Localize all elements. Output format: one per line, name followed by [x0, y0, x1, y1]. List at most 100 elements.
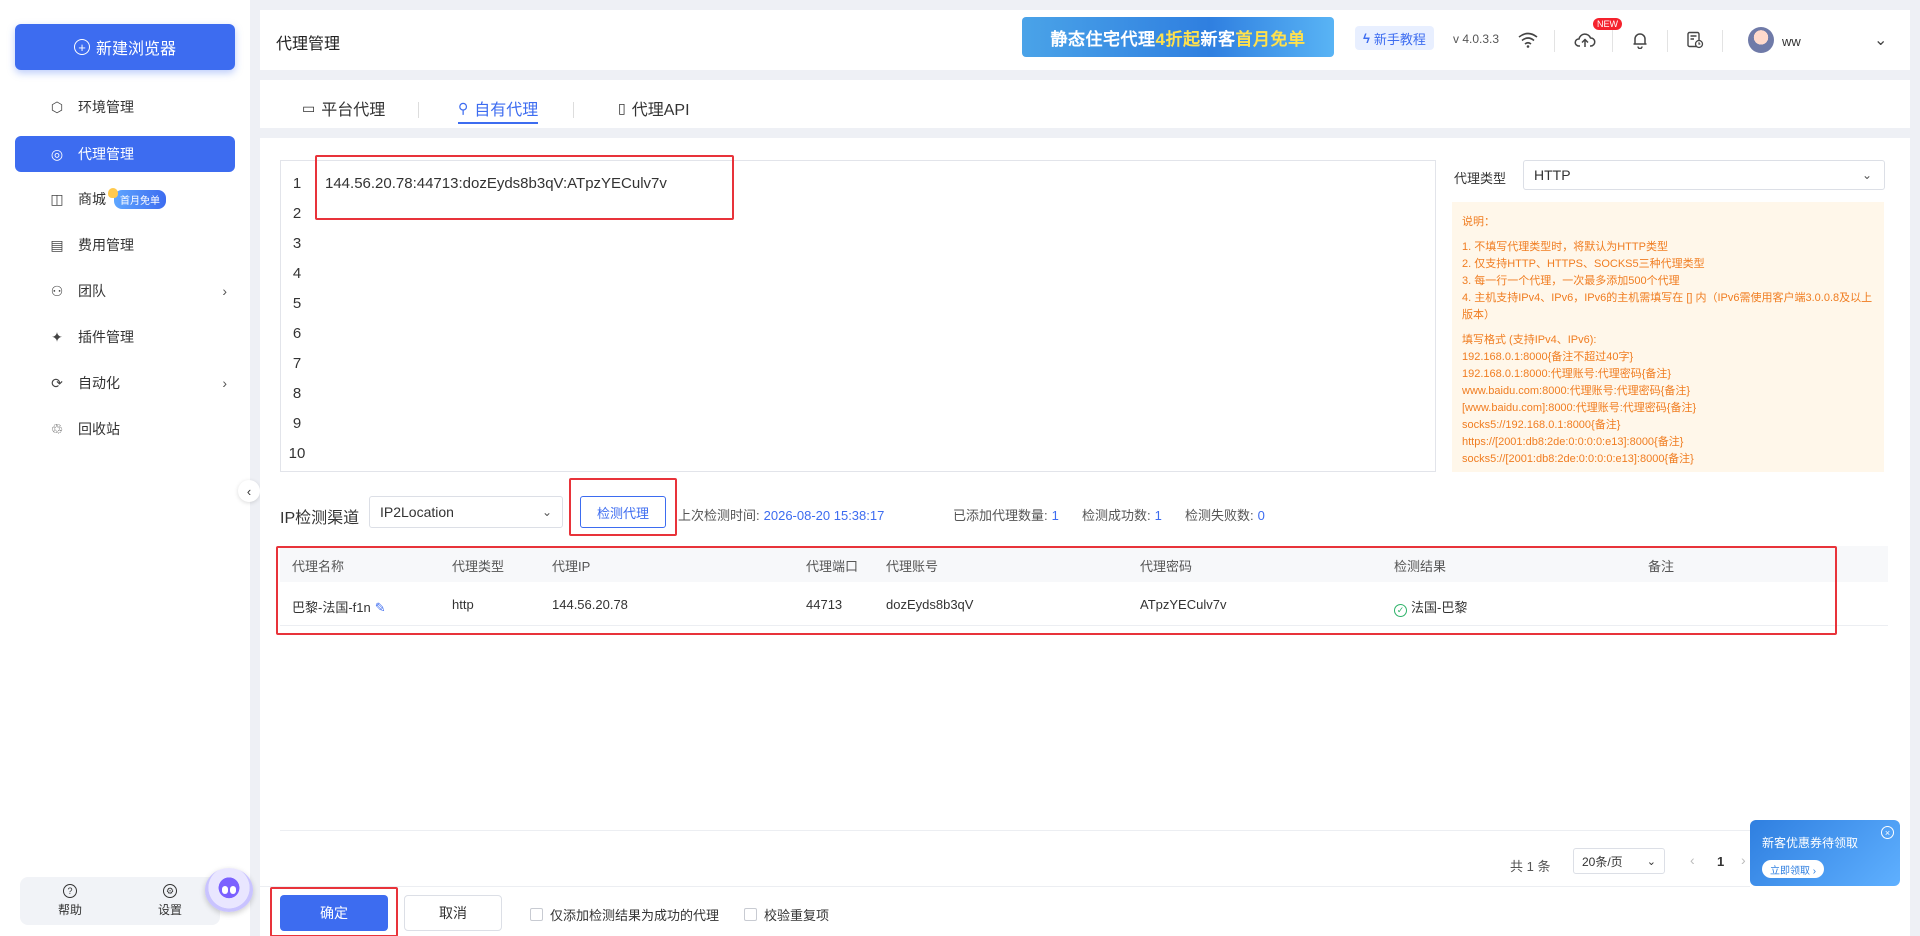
notes-rule: 1. 不填写代理类型时，将默认为HTTP类型	[1462, 241, 1668, 253]
tab-label: 代理API	[631, 102, 690, 119]
top-header: 代理管理 静态住宅代理 4折起 新客 首月免单 ϟ 新手教程 v 4.0.3.3 N…	[260, 10, 1910, 70]
notes-rule: 3. 每一行一个代理，一次最多添加500个代理	[1462, 275, 1680, 287]
prev-page-button[interactable]: ‹	[1690, 852, 1695, 868]
sidebar-item-label: 环境管理	[78, 99, 134, 115]
sidebar-item-proxy[interactable]: ◎ 代理管理	[15, 136, 235, 172]
column-header: 检测结果	[1394, 559, 1447, 574]
cancel-button[interactable]: 取消	[404, 895, 502, 931]
proxy-name: 巴黎-法国-f1n	[292, 600, 371, 615]
claim-coupon-button[interactable]: 立即领取 ›	[1762, 860, 1825, 878]
tab-divider	[573, 102, 574, 118]
line-number: 6	[292, 325, 302, 342]
proxy-type-value: HTTP	[1534, 167, 1571, 183]
cube-icon: ⬡	[50, 98, 64, 115]
tab-proxy-api[interactable]: ▯ 代理API	[618, 94, 690, 122]
next-page-button[interactable]: ›	[1741, 852, 1746, 868]
check-result-text: 法国-巴黎	[1411, 600, 1468, 615]
close-icon[interactable]: ×	[1881, 826, 1894, 839]
check-proxy-button[interactable]: 检测代理	[580, 496, 666, 528]
sidebar-item-environment[interactable]: ⬡ 环境管理	[15, 89, 235, 125]
line-number: 4	[292, 265, 302, 282]
sidebar-item-recycle[interactable]: ♲ 回收站	[15, 411, 235, 447]
new-browser-button[interactable]: + 新建浏览器	[15, 24, 235, 70]
sidebar-item-shop[interactable]: ◫ 商城 首月免单	[15, 181, 235, 217]
ip-channel-select[interactable]: IP2Location ⌄	[369, 496, 563, 528]
new-browser-label: 新建浏览器	[95, 41, 176, 58]
line-number: 10	[288, 445, 306, 462]
avatar[interactable]	[1748, 27, 1774, 53]
sidebar-collapse-button[interactable]: ‹	[238, 480, 260, 502]
tutorial-button[interactable]: ϟ 新手教程	[1355, 26, 1434, 50]
column-header: 代理端口	[806, 559, 859, 574]
globe-icon: ◎	[50, 145, 64, 162]
page-number-current[interactable]: 1	[1717, 854, 1724, 869]
lightning-icon: ϟ	[1363, 30, 1370, 46]
tab-label: 平台代理	[321, 102, 386, 119]
check-result-cell: ✓ 法国-巴黎	[1394, 597, 1467, 617]
notes-rule: 2. 仅支持HTTP、HTTPS、SOCKS5三种代理类型	[1462, 258, 1705, 270]
sidebar-item-plugins[interactable]: ✦ 插件管理	[15, 319, 235, 355]
line-number: 1	[292, 175, 302, 192]
last-check-value: 2026-08-20 15:38:17	[763, 508, 885, 523]
tab-platform-proxy[interactable]: ▭ 平台代理	[302, 94, 385, 122]
page-size-select[interactable]: 20条/页 ⌄	[1573, 848, 1665, 874]
document-clock-icon[interactable]	[1683, 28, 1707, 52]
wifi-icon[interactable]	[1516, 28, 1540, 52]
format-example: [www.baidu.com]:8000:代理账号:代理密码{备注}	[1462, 402, 1697, 414]
page-size-value: 20条/页	[1582, 854, 1623, 869]
sidebar-item-automation[interactable]: ⟳ 自动化 ›	[15, 365, 235, 401]
sidebar-item-label: 自动化	[78, 375, 120, 391]
added-count-label: 已添加代理数量:	[953, 508, 1048, 523]
dedupe-checkbox[interactable]: 校验重复项	[744, 905, 829, 924]
assistant-robot-icon[interactable]	[205, 868, 253, 912]
checkbox-box[interactable]	[744, 908, 757, 921]
tab-own-proxy[interactable]: ⚲ 自有代理	[458, 94, 539, 124]
header-divider	[1722, 30, 1723, 52]
fail-count-stat: 检测失败数: 0	[1185, 505, 1265, 524]
plugin-icon: ✦	[51, 328, 63, 345]
help-button[interactable]: ? 帮助	[20, 877, 120, 925]
edit-icon[interactable]: ✎	[375, 600, 386, 615]
proxy-type-label: 代理类型	[1454, 171, 1507, 186]
fail-count-value: 0	[1257, 508, 1265, 523]
sidebar-item-billing[interactable]: ▤ 费用管理	[15, 227, 235, 263]
checkbox-box[interactable]	[530, 908, 543, 921]
chevron-down-icon[interactable]: ⌄	[1874, 30, 1887, 50]
confirm-button[interactable]: 确定	[280, 895, 388, 931]
sidebar: + 新建浏览器 ⬡ 环境管理 ◎ 代理管理 ◫ 商城 首月免单 ▤ 费用管理 ⚇…	[0, 0, 250, 936]
format-example: https://[2001:db8:2de:0:0:0:0:e13]:8000{…	[1462, 436, 1684, 448]
only-success-checkbox[interactable]: 仅添加检测结果为成功的代理	[530, 905, 719, 924]
sidebar-item-team[interactable]: ⚇ 团队 ›	[15, 273, 235, 309]
recycle-icon: ♲	[50, 420, 64, 437]
sidebar-item-label: 商城	[78, 191, 106, 207]
column-header: 代理IP	[552, 559, 591, 574]
promo-highlight: 4折起	[1155, 29, 1201, 49]
header-divider	[1612, 30, 1613, 52]
promo-banner[interactable]: 静态住宅代理 4折起 新客 首月免单	[1022, 17, 1334, 57]
sidebar-item-label: 团队	[78, 283, 106, 299]
footer-action-bar: 确定 取消 仅添加检测结果为成功的代理 校验重复项	[260, 886, 1750, 936]
line-number: 2	[292, 205, 302, 222]
page-title: 代理管理	[276, 36, 341, 53]
bell-icon[interactable]	[1628, 28, 1652, 52]
username: ww	[1782, 34, 1801, 49]
cloud-upload-icon[interactable]	[1573, 28, 1597, 52]
pagination-total: 共 1 条	[1510, 859, 1551, 874]
proxy-tabs: ▭ 平台代理 ⚲ 自有代理 ▯ 代理API	[260, 80, 1910, 128]
tutorial-label: 新手教程	[1373, 31, 1426, 47]
column-header: 备注	[1648, 559, 1675, 574]
help-label: 帮助	[57, 903, 82, 917]
format-example: 192.168.0.1:8000{备注不超过40字}	[1462, 351, 1634, 363]
proxy-line-1[interactable]: 144.56.20.78:44713:dozEyds8b3qV:ATpzYECu…	[325, 175, 667, 192]
coupon-popup[interactable]: 新客优惠券待领取 立即领取 › ×	[1750, 820, 1900, 886]
tab-label: 自有代理	[474, 102, 539, 119]
format-example: www.baidu.com:8000:代理账号:代理密码{备注}	[1462, 385, 1691, 397]
proxy-input-editor[interactable]: 1 2 3 4 5 6 7 8 9 10 144.56.20.78:44713:…	[280, 160, 1436, 472]
ip-channel-label: IP检测渠道	[280, 510, 360, 527]
chevron-down-icon: ⌄	[1861, 168, 1872, 182]
main-panel: 1 2 3 4 5 6 7 8 9 10 144.56.20.78:44713:…	[260, 138, 1910, 936]
line-number: 8	[292, 385, 302, 402]
proxy-name-cell: 巴黎-法国-f1n ✎	[292, 597, 386, 616]
proxy-ip-cell: 144.56.20.78	[552, 597, 628, 612]
proxy-type-select[interactable]: HTTP ⌄	[1523, 160, 1885, 190]
